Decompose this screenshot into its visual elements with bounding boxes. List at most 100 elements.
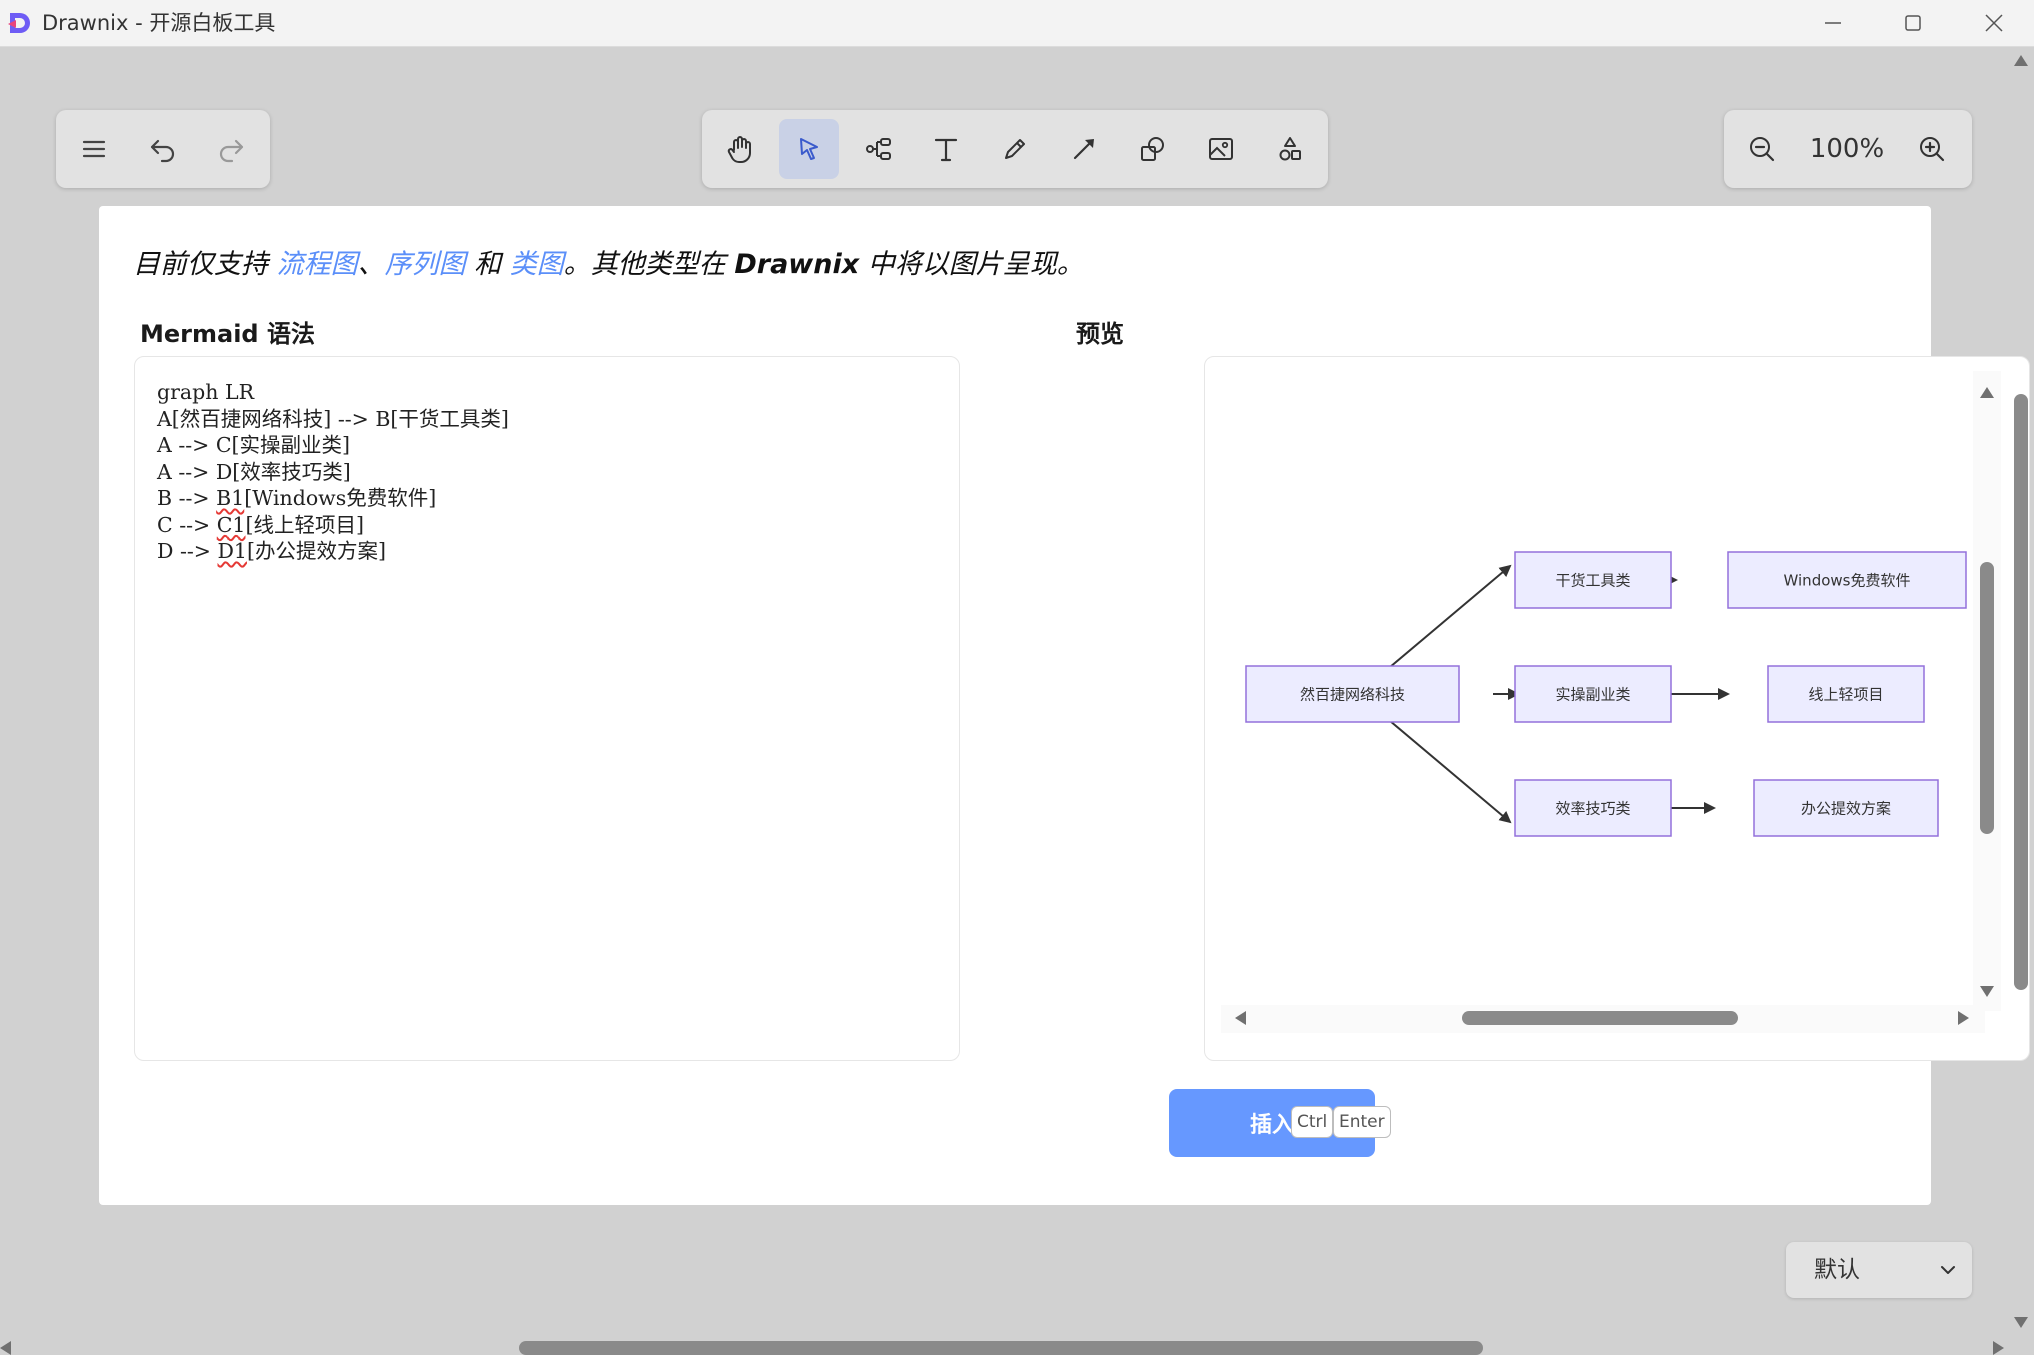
mindmap-icon [866,138,891,160]
hand-tool-button[interactable] [710,119,770,179]
theme-select[interactable]: 默认 [1786,1242,1972,1298]
node-b-label: 干货工具类 [1555,572,1630,590]
redo-button[interactable] [201,119,261,179]
code-line: B --> B1[Windows免费软件] [157,485,509,512]
node-b1[interactable]: Windows免费软件 [1727,551,1967,609]
notice-suffix-a: 。其他类型在 [563,249,735,280]
code-line: A --> D[效率技巧类] [157,459,351,484]
node-d1-label: 办公提效方案 [1801,800,1891,818]
node-b[interactable]: 干货工具类 [1514,551,1672,609]
close-icon [1985,14,2003,32]
zoom-in-button[interactable] [1902,119,1962,179]
mermaid-to-drawnix-dialog: 目前仅支持 流程图、序列图 和 类图。其他类型在 Drawnix 中将以图片呈现… [99,206,2030,1205]
menu-button[interactable] [64,119,124,179]
preview-horizontal-scroll-thumb[interactable] [1462,1011,1738,1025]
shape-tool-button[interactable] [1122,119,1182,179]
node-a[interactable]: 然百捷网络科技 [1245,665,1460,723]
notice-brand: Drawnix [734,249,860,280]
pen-tool-button[interactable] [985,119,1045,179]
code-segment: [办公提效方案] [246,539,386,563]
preview-vertical-scroll-thumb[interactable] [1980,562,1994,834]
node-d1[interactable]: 办公提效方案 [1753,779,1939,837]
select-tool-button[interactable] [779,119,839,179]
window-scroll-right-arrow-icon[interactable] [1993,1341,2004,1355]
preview-canvas[interactable]: 然百捷网络科技 干货工具类 实操副业类 效率技巧类 Windows免费软件 线上… [1207,359,2027,1009]
flowchart-link[interactable]: 流程图 [277,249,358,280]
image-icon [1209,138,1233,160]
mermaid-code-editor[interactable]: graph LR A[然百捷网络科技] --> B[干货工具类] A --> C[实… [134,356,960,1061]
chevron-down-icon [1941,1266,1955,1274]
diagram-preview-panel: 然百捷网络科技 干货工具类 实操副业类 效率技巧类 Windows免费软件 线上… [1204,356,2030,1061]
app-menu-toolbar [56,110,270,188]
code-segment: C --> [157,512,217,537]
arrow-icon [1073,139,1094,160]
notice-suffix-b: 中将以图片呈现。 [859,249,1084,280]
zoom-toolbar: 100% [1724,110,1972,188]
undo-button[interactable] [133,119,193,179]
window-title: Drawnix - 开源白板工具 [42,11,276,35]
notice-prefix: 目前仅支持 [133,249,277,280]
zoom-out-button[interactable] [1732,119,1792,179]
extra-tools-button[interactable] [1260,119,1320,179]
code-line: graph LR [157,380,255,404]
sequence-diagram-link[interactable]: 序列图 [385,249,466,280]
node-d-label: 效率技巧类 [1555,800,1630,818]
undo-icon [150,139,175,163]
zoom-out-icon [1750,137,1775,162]
edge-a-b [1382,564,1512,674]
close-button[interactable] [1954,0,2034,46]
scroll-up-arrow-icon[interactable] [1980,387,1994,398]
node-c1[interactable]: 线上轻项目 [1767,665,1925,723]
scroll-down-arrow-icon[interactable] [1980,986,1994,997]
code-line: D --> D1[办公提效方案] [157,538,509,565]
shortcut-key-enter: Enter [1333,1106,1391,1138]
arrow-tool-button[interactable] [1054,119,1114,179]
shape-icon [1141,137,1164,161]
support-notice: 目前仅支持 流程图、序列图 和 类图。其他类型在 Drawnix 中将以图片呈现… [133,243,1084,287]
notice-separator: 、 [357,249,385,280]
drawnix-logo-icon [8,13,30,33]
window-vertical-scroll-thumb[interactable] [2014,394,2028,990]
scroll-right-arrow-icon[interactable] [1958,1011,1969,1025]
mindmap-tool-button[interactable] [848,119,908,179]
minimize-button[interactable] [1793,0,1873,46]
code-segment: [Windows免费软件] [244,486,437,510]
window-scroll-left-arrow-icon[interactable] [0,1341,11,1355]
text-icon [934,138,958,162]
scroll-left-arrow-icon[interactable] [1235,1011,1246,1025]
code-segment: B --> [157,486,217,510]
minimize-icon [1825,22,1841,24]
node-c-label: 实操副业类 [1555,686,1630,704]
code-text[interactable]: graph LR A[然百捷网络科技] --> B[干货工具类] A --> C[实… [157,379,509,565]
hand-icon [727,136,751,163]
redo-icon [219,139,244,163]
extra-tools-icon [1279,137,1301,161]
zoom-level[interactable]: 100% [1794,110,1900,188]
code-line: C --> C1[线上轻项目] [157,512,509,539]
spellcheck-word: D1 [217,539,247,563]
code-line: A[然百捷网络科技] --> B[干货工具类] [157,406,509,431]
notice-and: 和 [465,249,510,280]
window-horizontal-scroll-thumb[interactable] [519,1341,1483,1355]
pointer-icon [800,138,818,160]
spellcheck-word: B1 [216,486,245,510]
image-tool-button[interactable] [1191,119,1251,179]
node-d[interactable]: 效率技巧类 [1514,779,1672,837]
preview-section-title: 预览 [1076,320,1124,348]
node-a-label: 然百捷网络科技 [1300,686,1405,704]
node-c1-label: 线上轻项目 [1808,686,1883,704]
window-scroll-down-arrow-icon[interactable] [2014,1317,2028,1328]
title-bar: Drawnix - 开源白板工具 [0,0,2034,47]
maximize-icon [1905,15,1921,31]
syntax-section-title: Mermaid 语法 [140,320,315,348]
window-scroll-up-arrow-icon[interactable] [2014,55,2028,66]
maximize-button[interactable] [1873,0,1953,46]
zoom-in-icon [1920,137,1945,162]
text-tool-button[interactable] [916,119,976,179]
pen-icon [1005,139,1025,159]
flowchart-diagram: 然百捷网络科技 干货工具类 实操副业类 效率技巧类 Windows免费软件 线上… [1245,551,1967,837]
node-c[interactable]: 实操副业类 [1514,665,1672,723]
shortcut-key-ctrl: Ctrl [1291,1106,1334,1138]
code-line: A --> C[实操副业类] [157,433,351,457]
class-diagram-link[interactable]: 类图 [510,249,564,280]
